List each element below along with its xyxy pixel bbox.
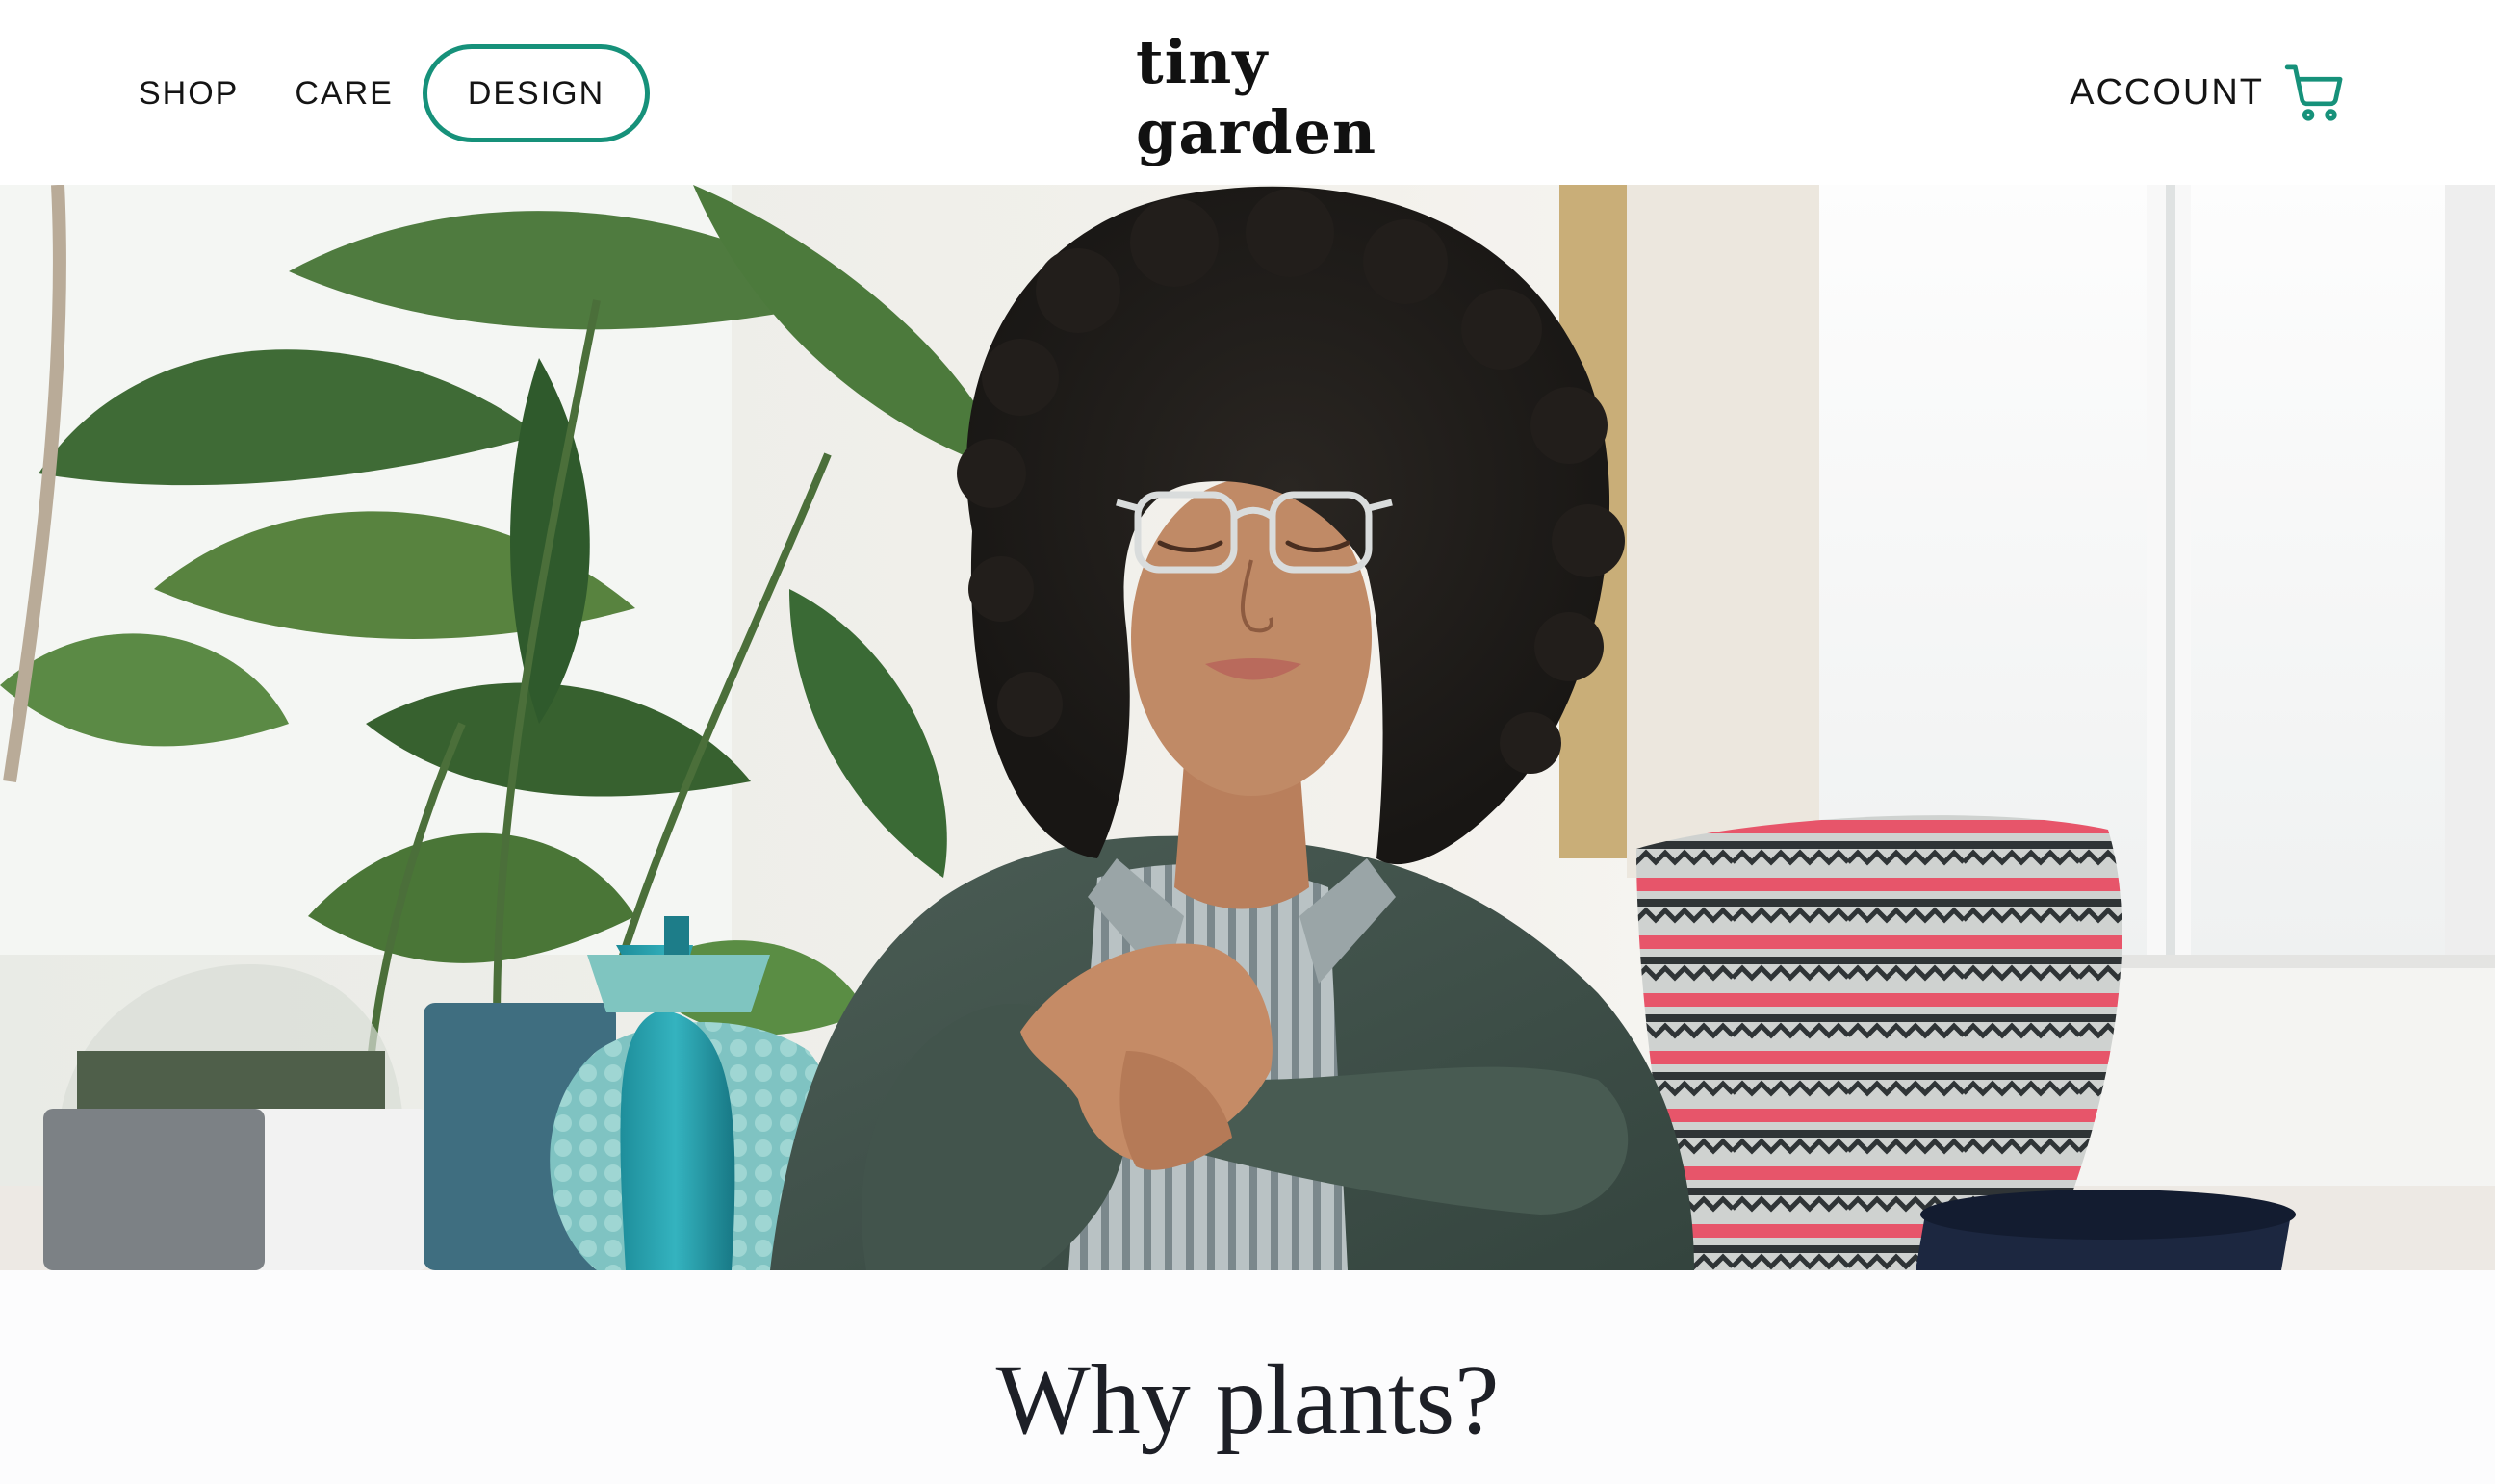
- site-header: SHOP CARE DESIGN tiny garden ACCOUNT: [0, 0, 2495, 185]
- hero-image: [0, 185, 2495, 1270]
- nav-link-design[interactable]: DESIGN: [422, 44, 651, 142]
- account-area: ACCOUNT: [2070, 54, 2349, 131]
- hero-photo: [0, 185, 2495, 1270]
- nav-link-shop[interactable]: SHOP: [116, 44, 262, 142]
- main-nav: SHOP CARE DESIGN: [116, 44, 651, 142]
- account-link[interactable]: ACCOUNT: [2070, 72, 2264, 114]
- shopping-cart-icon[interactable]: [2281, 59, 2349, 126]
- site-logo[interactable]: tiny garden: [1136, 27, 1453, 167]
- section-title: Why plants?: [995, 1344, 1500, 1455]
- nav-link-care[interactable]: CARE: [271, 44, 416, 142]
